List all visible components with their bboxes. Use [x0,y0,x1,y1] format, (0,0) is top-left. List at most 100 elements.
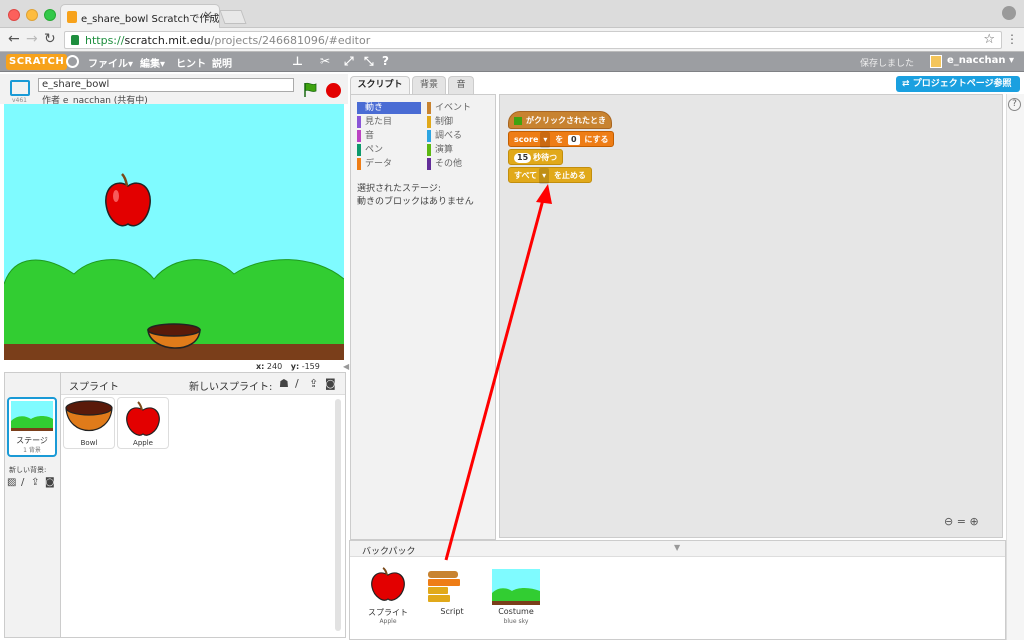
stop-button[interactable] [326,83,341,98]
dropdown-arrow-icon: ▾ [540,132,551,148]
dropdown-arrow-icon: ▾ [539,168,550,184]
backpack-item-label: スプライト [368,608,408,617]
help-icon[interactable]: ? [1008,98,1021,111]
category-looks[interactable]: 見た目 [357,116,392,128]
url-text: https://scratch.mit.edu/projects/2466810… [85,34,371,47]
backdrop-library-icon[interactable]: ▨ [7,477,16,488]
url-input[interactable]: https://scratch.mit.edu/projects/2466810… [64,31,1002,49]
stage-thumbnail-preview [11,401,53,431]
zoom-out-icon[interactable]: ⊖ [944,515,953,528]
browser-tab[interactable]: e_share_bowl Scratchで作成 × [60,4,220,28]
backdrop-camera-icon[interactable]: ◙ [45,477,55,488]
minimize-window-button[interactable] [26,9,38,21]
backpack-toggle-icon[interactable]: ▼ [674,543,680,552]
shrink-icon[interactable]: ⤡ [364,54,374,69]
zoom-reset-icon[interactable]: = [957,515,966,528]
category-sensing[interactable]: 調べる [427,130,462,142]
editor-tabs: スクリプト 背景 音 [350,76,496,94]
close-window-button[interactable] [8,9,20,21]
backpack-item-label: Script [440,607,464,616]
user-menu[interactable]: e_nacchan ▾ [947,55,1014,66]
new-tab-button[interactable] [219,10,247,24]
sprite-tile-bowl[interactable]: Bowl [63,397,115,449]
tab-scripts[interactable]: スクリプト [350,76,410,94]
scratch-favicon-icon [67,11,77,23]
bookmark-star-icon[interactable]: ☆ [983,32,995,47]
sprite-paint-icon[interactable]: / [295,377,299,390]
edit-menu[interactable]: 編集▾ [140,55,165,70]
sprite-tile-apple[interactable]: Apple [117,397,169,449]
category-color-swatch [427,102,431,114]
duplicate-stamp-icon[interactable]: ⊥ [292,54,303,68]
sprite-header: スプライト 新しいスプライト: ☗ / ⇪ ◙ [61,373,345,395]
backpack-costume-thumbnail[interactable] [492,569,540,605]
language-globe-icon[interactable] [66,55,79,68]
tab-sounds[interactable]: 音 [448,76,474,94]
forward-icon[interactable]: → [26,31,38,47]
zoom-controls: ⊖ = ⊕ [944,515,979,528]
sprite-library-icon[interactable]: ☗ [279,377,289,390]
reload-icon[interactable]: ↻ [44,31,56,47]
tab-title: e_share_bowl Scratchで作成 [81,14,220,25]
backdrop-paint-icon[interactable]: / [21,477,24,488]
wait-block[interactable]: 15 秒待つ [508,149,564,165]
set-variable-block[interactable]: score ▾ を 0 にする [508,131,615,148]
green-flag-icon [514,116,522,125]
sprites-title: スプライト [69,382,119,393]
block-help-icon[interactable]: ? [382,54,389,68]
category-motion[interactable]: 動き [357,102,421,114]
when-flag-clicked-block[interactable]: がクリックされたとき [508,111,612,129]
stage-backdrop-count: 1 背景 [23,447,41,454]
project-title-input[interactable]: e_share_bowl [38,78,294,92]
sprite-camera-icon[interactable]: ◙ [325,377,336,390]
version-label: v461 [12,97,28,104]
backdrop-upload-icon[interactable]: ⇪ [31,477,39,488]
palette-message: 選択されたステージ: 動きのブロックはありません [357,184,474,207]
fullscreen-icon[interactable] [10,80,30,96]
about-menu[interactable]: 説明 [212,55,232,70]
collapse-stage-icon[interactable]: ◀ [343,362,349,371]
user-avatar[interactable] [930,55,942,68]
stop-all-block[interactable]: すべて ▾ を止める [508,167,592,184]
new-backdrop-label: 新しい背景: [9,466,47,474]
zoom-in-icon[interactable]: ⊕ [969,515,978,528]
script-area[interactable]: がクリックされたとき score ▾ を 0 にする 15 秒待つ すべて ▾ を止め… [499,94,1003,538]
file-menu[interactable]: ファイル▾ [88,55,133,70]
stage-canvas[interactable] [4,104,344,360]
tips-menu[interactable]: ヒント [176,55,206,70]
back-icon[interactable]: ← [8,31,20,47]
see-project-page-button[interactable]: ⇄ プロジェクトページ参照 [896,76,1020,92]
maximize-window-button[interactable] [44,9,56,21]
green-flag-icon[interactable] [302,82,318,98]
address-bar-row: ← → ↻ https://scratch.mit.edu/projects/2… [0,28,1024,52]
sprite-name: Bowl [80,439,98,447]
sprite-scrollbar[interactable] [335,399,341,631]
apple-thumbnail [126,401,160,436]
tab-backdrops[interactable]: 背景 [412,76,446,94]
category-pen[interactable]: ペン [357,144,383,156]
scratch-logo[interactable]: SCRATCH [6,54,68,70]
category-operators[interactable]: 演算 [427,144,453,156]
category-more[interactable]: その他 [427,158,462,170]
mouse-coordinates: x: 240 y: -159 [256,362,320,371]
backpack-apple-thumbnail[interactable] [368,567,408,603]
stage-header: v461 e_share_bowl 作者 e_nacchan (共有中) [0,74,348,106]
browser-menu-icon[interactable]: ⋮ [1006,32,1018,46]
page-scrollbar[interactable] [1006,94,1024,640]
close-tab-icon[interactable]: × [203,8,213,22]
grow-icon[interactable]: ⤢ [344,54,354,69]
backpack-header[interactable]: バックパック ▼ [350,541,1005,557]
stage-thumbnail[interactable]: ステージ 1 背景 [7,397,57,457]
backpack-script-thumbnail[interactable] [426,569,466,605]
backpack-item-sub: Apple [379,618,397,625]
sprite-upload-icon[interactable]: ⇪ [309,377,318,390]
delete-scissors-icon[interactable]: ✂ [320,54,330,68]
new-sprite-label: 新しいスプライト: [189,382,273,393]
apple-sprite[interactable] [105,173,151,227]
category-control[interactable]: 制御 [427,116,453,128]
category-events[interactable]: イベント [427,102,471,114]
scratch-menubar: SCRATCH ファイル▾ 編集▾ ヒント 説明 ⊥ ✂ ⤢ ⤡ ? 保存しまし… [0,52,1024,72]
category-data[interactable]: データ [357,158,392,170]
category-sound[interactable]: 音 [357,130,374,142]
profile-icon[interactable] [1002,6,1016,20]
